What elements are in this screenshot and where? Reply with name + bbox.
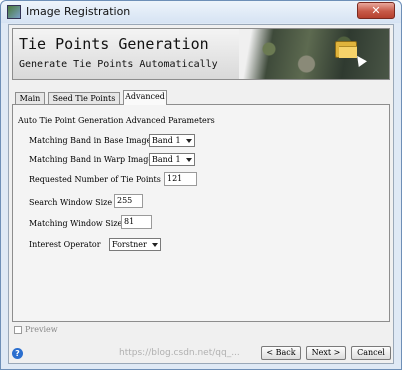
matching-band-warp-value: Band 1 [152, 155, 181, 164]
interest-operator-select[interactable]: Forstner [109, 238, 161, 251]
banner-title: Tie Points Generation [19, 35, 209, 53]
search-window-input[interactable]: 255 [114, 194, 143, 208]
requested-tie-points-input[interactable]: 121 [164, 172, 197, 186]
cancel-button[interactable]: Cancel [351, 346, 391, 360]
interest-operator-label: Interest Operator [29, 240, 101, 249]
chevron-down-icon [186, 158, 192, 162]
matching-band-warp-label: Matching Band in Warp Image [29, 155, 154, 164]
matching-band-base-label: Matching Band in Base Image [29, 136, 152, 145]
section-title: Auto Tie Point Generation Advanced Param… [18, 116, 215, 125]
dialog-body: Tie Points Generation Generate Tie Point… [8, 24, 394, 364]
tab-seed-tie-points[interactable]: Seed Tie Points [48, 92, 120, 104]
next-button[interactable]: Next > [306, 346, 346, 360]
watermark-text: https://blog.csdn.net/qq_... [119, 348, 240, 358]
interest-operator-value: Forstner [112, 240, 147, 249]
preview-label: Preview [25, 325, 58, 334]
title-bar[interactable]: Image Registration ✕ [1, 1, 401, 23]
banner-satellite-image [239, 29, 389, 79]
banner-subtitle: Generate Tie Points Automatically [19, 59, 218, 70]
help-icon[interactable]: ? [12, 348, 23, 359]
window-title: Image Registration [26, 5, 131, 18]
preview-checkbox[interactable] [14, 326, 22, 334]
advanced-panel: Auto Tie Point Generation Advanced Param… [12, 104, 390, 322]
matching-band-base-value: Band 1 [152, 136, 181, 145]
tab-advanced[interactable]: Advanced [123, 90, 167, 105]
close-button[interactable]: ✕ [357, 2, 395, 19]
folder-icon [335, 41, 357, 58]
search-window-label: Search Window Size [29, 198, 113, 207]
header-banner: Tie Points Generation Generate Tie Point… [12, 28, 390, 80]
matching-band-warp-select[interactable]: Band 1 [149, 153, 195, 166]
app-icon [7, 5, 21, 19]
chevron-down-icon [186, 139, 192, 143]
tab-main[interactable]: Main [15, 92, 45, 104]
matching-window-input[interactable]: 81 [121, 215, 152, 229]
chevron-down-icon [152, 243, 158, 247]
matching-band-base-select[interactable]: Band 1 [149, 134, 195, 147]
matching-window-label: Matching Window Size [29, 219, 123, 228]
requested-tie-points-label: Requested Number of Tie Points [29, 175, 161, 184]
back-button[interactable]: < Back [261, 346, 301, 360]
dialog-window: Image Registration ✕ Tie Points Generati… [0, 0, 402, 370]
